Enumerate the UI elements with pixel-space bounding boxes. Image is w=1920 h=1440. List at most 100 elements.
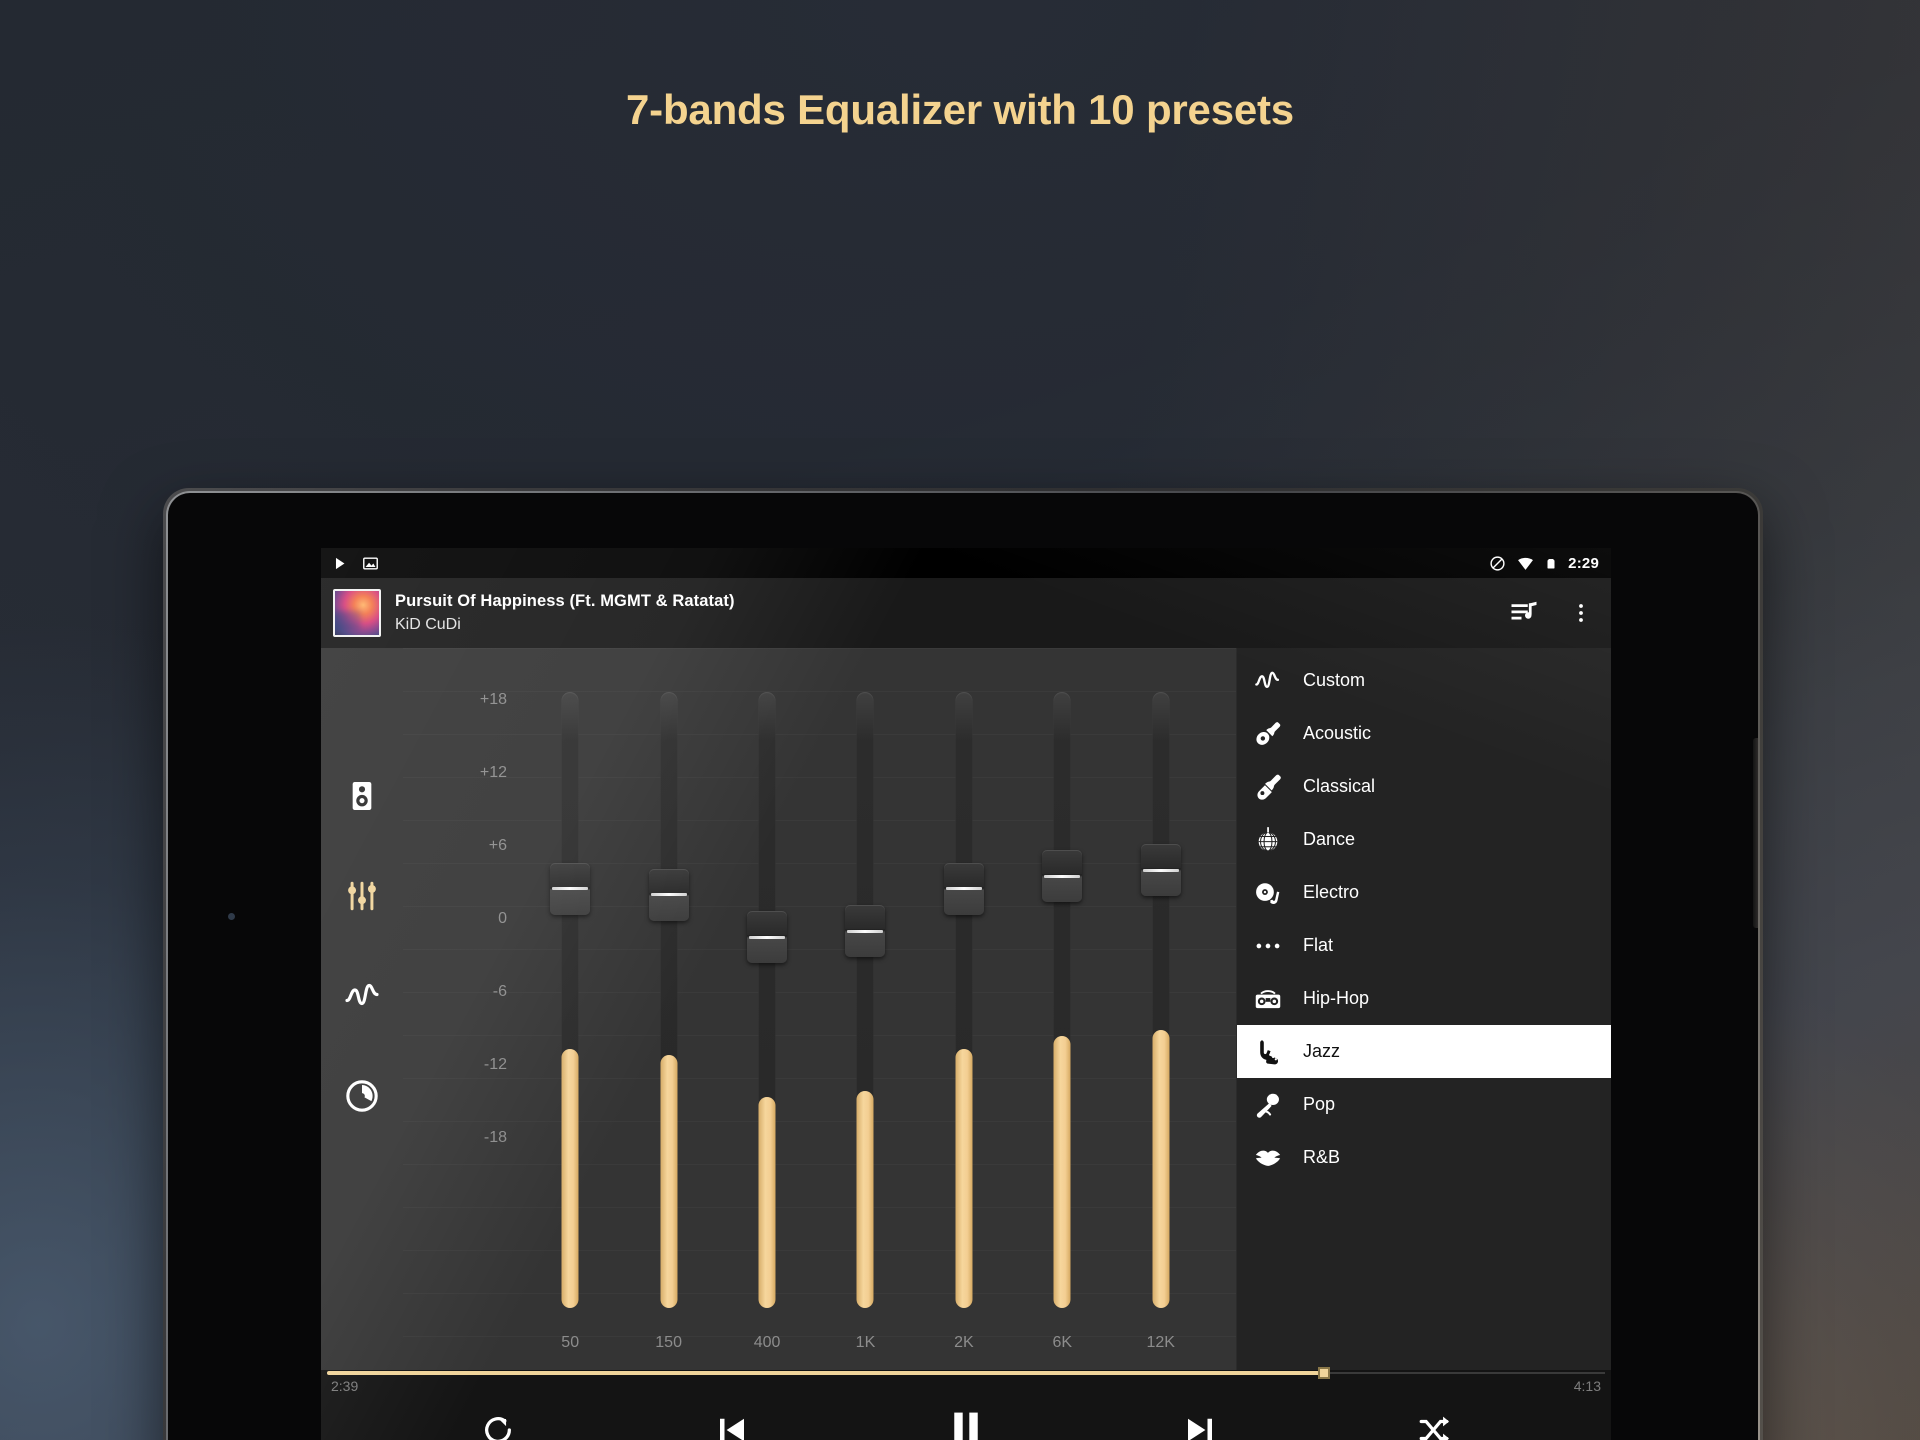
preset-label: Pop xyxy=(1303,1094,1336,1114)
fader-fill xyxy=(856,1091,874,1308)
battery-icon xyxy=(1545,555,1557,572)
track-artist: KiD CuDi xyxy=(395,615,461,633)
band-fader[interactable]: 400 xyxy=(735,648,799,1370)
fader-track xyxy=(955,692,973,1308)
preset-item-dance[interactable]: Dance xyxy=(1237,813,1611,866)
preset-label: R&B xyxy=(1303,1147,1341,1167)
disco-ball-icon xyxy=(1253,825,1283,855)
preset-item-electro[interactable]: Electro xyxy=(1237,866,1611,919)
fader-fill xyxy=(955,1048,973,1308)
now-playing-header: Pursuit Of Happiness (Ft. MGMT & Ratatat… xyxy=(321,578,1611,648)
fader-fill xyxy=(660,1054,678,1308)
preset-label: Electro xyxy=(1303,882,1360,902)
gain-tick-label: -18 xyxy=(483,1129,507,1146)
microphone-icon xyxy=(1253,1090,1283,1120)
knob-icon[interactable] xyxy=(342,1076,382,1116)
preset-item-flat[interactable]: Flat xyxy=(1237,919,1611,972)
preset-label: Flat xyxy=(1303,935,1334,955)
transport-controls xyxy=(321,1394,1611,1440)
band-fader[interactable]: 50 xyxy=(538,648,602,1370)
equalizer-panel: +18 +12 +6 0 -6 -12 -18 50 150 400 1K 2K 6K 12K xyxy=(403,648,1236,1370)
preset-label: Acoustic xyxy=(1303,723,1372,743)
fader-thumb[interactable] xyxy=(845,905,886,958)
seek-bar-fill xyxy=(327,1371,1324,1375)
preset-item-r-b[interactable]: R&B xyxy=(1237,1131,1611,1184)
gain-tick-label: +12 xyxy=(479,764,507,781)
fader-track xyxy=(1152,692,1170,1308)
player-footer: 2:39 4:13 xyxy=(321,1367,1611,1440)
fader-thumb[interactable] xyxy=(648,868,689,921)
gain-tick-label: +18 xyxy=(479,691,507,708)
preset-label: Classical xyxy=(1303,776,1376,796)
repeat-icon[interactable] xyxy=(472,1404,524,1440)
band-fader[interactable]: 1K xyxy=(833,648,897,1370)
band-fader[interactable]: 2K xyxy=(932,648,996,1370)
preset-item-hip-hop[interactable]: Hip-Hop xyxy=(1237,972,1611,1025)
band-fader[interactable]: 6K xyxy=(1030,648,1094,1370)
previous-icon[interactable] xyxy=(706,1404,758,1440)
shuffle-icon[interactable] xyxy=(1408,1404,1460,1440)
power-button[interactable] xyxy=(1753,738,1758,928)
preset-item-classical[interactable]: Classical xyxy=(1237,760,1611,813)
next-icon[interactable] xyxy=(1174,1404,1226,1440)
preset-label: Hip-Hop xyxy=(1303,988,1370,1008)
preset-label: Jazz xyxy=(1303,1041,1341,1061)
fader-thumb[interactable] xyxy=(1140,844,1181,897)
lips-icon xyxy=(1253,1143,1283,1173)
fader-track xyxy=(561,692,579,1308)
fader-thumb[interactable] xyxy=(943,862,984,915)
wifi-icon xyxy=(1517,555,1534,572)
queue-icon[interactable] xyxy=(1509,598,1539,628)
violin-icon xyxy=(1253,772,1283,802)
fader-fill xyxy=(758,1097,776,1308)
play-icon xyxy=(331,555,348,572)
overflow-menu-icon[interactable] xyxy=(1569,601,1593,625)
band-frequency-label: 6K xyxy=(1052,1334,1073,1351)
fader-track xyxy=(1053,692,1071,1308)
seek-bar-handle[interactable] xyxy=(1317,1367,1330,1379)
band-frequency-label: 150 xyxy=(655,1334,682,1351)
fader-track xyxy=(758,692,776,1308)
album-art xyxy=(333,589,381,637)
fader-fill xyxy=(561,1048,579,1308)
gain-tick-label: -6 xyxy=(492,983,507,1000)
turntable-icon xyxy=(1253,878,1283,908)
band-fader[interactable]: 12K xyxy=(1129,648,1193,1370)
preset-item-jazz[interactable]: Jazz xyxy=(1237,1025,1611,1078)
band-fader[interactable]: 150 xyxy=(637,648,701,1370)
fader-thumb[interactable] xyxy=(550,862,591,915)
fader-fill xyxy=(1152,1030,1170,1308)
preset-item-custom[interactable]: Custom xyxy=(1237,654,1611,707)
three-dots-icon xyxy=(1253,931,1283,961)
status-bar: 2:29 xyxy=(321,548,1611,578)
speaker-icon[interactable] xyxy=(342,776,382,816)
band-frequency-label: 12K xyxy=(1146,1334,1175,1351)
pause-icon[interactable] xyxy=(940,1404,992,1440)
tablet-bezel: 2:29 Pursuit Of Happiness (Ft. MGMT & Ra… xyxy=(168,493,1758,1440)
fader-track xyxy=(660,692,678,1308)
gain-tick-label: -12 xyxy=(483,1056,507,1073)
waveform-icon[interactable] xyxy=(342,976,382,1016)
equalizer-icon[interactable] xyxy=(342,876,382,916)
camera-dot xyxy=(228,913,235,920)
gain-axis: +18 +12 +6 0 -6 -12 -18 xyxy=(451,648,507,1370)
saxophone-icon xyxy=(1253,1037,1283,1067)
preset-label: Custom xyxy=(1303,670,1366,690)
preset-list: Custom Acoustic Classical Dance Electro Flat H… xyxy=(1236,648,1611,1370)
boombox-icon xyxy=(1253,984,1283,1014)
band-frequency-label: 50 xyxy=(561,1334,580,1351)
elapsed-time: 2:39 xyxy=(331,1378,359,1394)
gain-tick-label: +6 xyxy=(488,837,507,854)
fader-thumb[interactable] xyxy=(1042,850,1083,903)
preset-item-pop[interactable]: Pop xyxy=(1237,1078,1611,1131)
seek-bar[interactable] xyxy=(327,1367,1605,1379)
tablet-screen: 2:29 Pursuit Of Happiness (Ft. MGMT & Ra… xyxy=(321,548,1611,1440)
promo-headline: 7-bands Equalizer with 10 presets xyxy=(626,86,1294,133)
band-frequency-label: 1K xyxy=(855,1334,876,1351)
tablet-device: 2:29 Pursuit Of Happiness (Ft. MGMT & Ra… xyxy=(163,488,1763,1440)
preset-label: Dance xyxy=(1303,829,1356,849)
fader-thumb[interactable] xyxy=(747,911,788,964)
guitar-icon xyxy=(1253,719,1283,749)
track-title: Pursuit Of Happiness (Ft. MGMT & Ratatat… xyxy=(395,591,735,610)
preset-item-acoustic[interactable]: Acoustic xyxy=(1237,707,1611,760)
